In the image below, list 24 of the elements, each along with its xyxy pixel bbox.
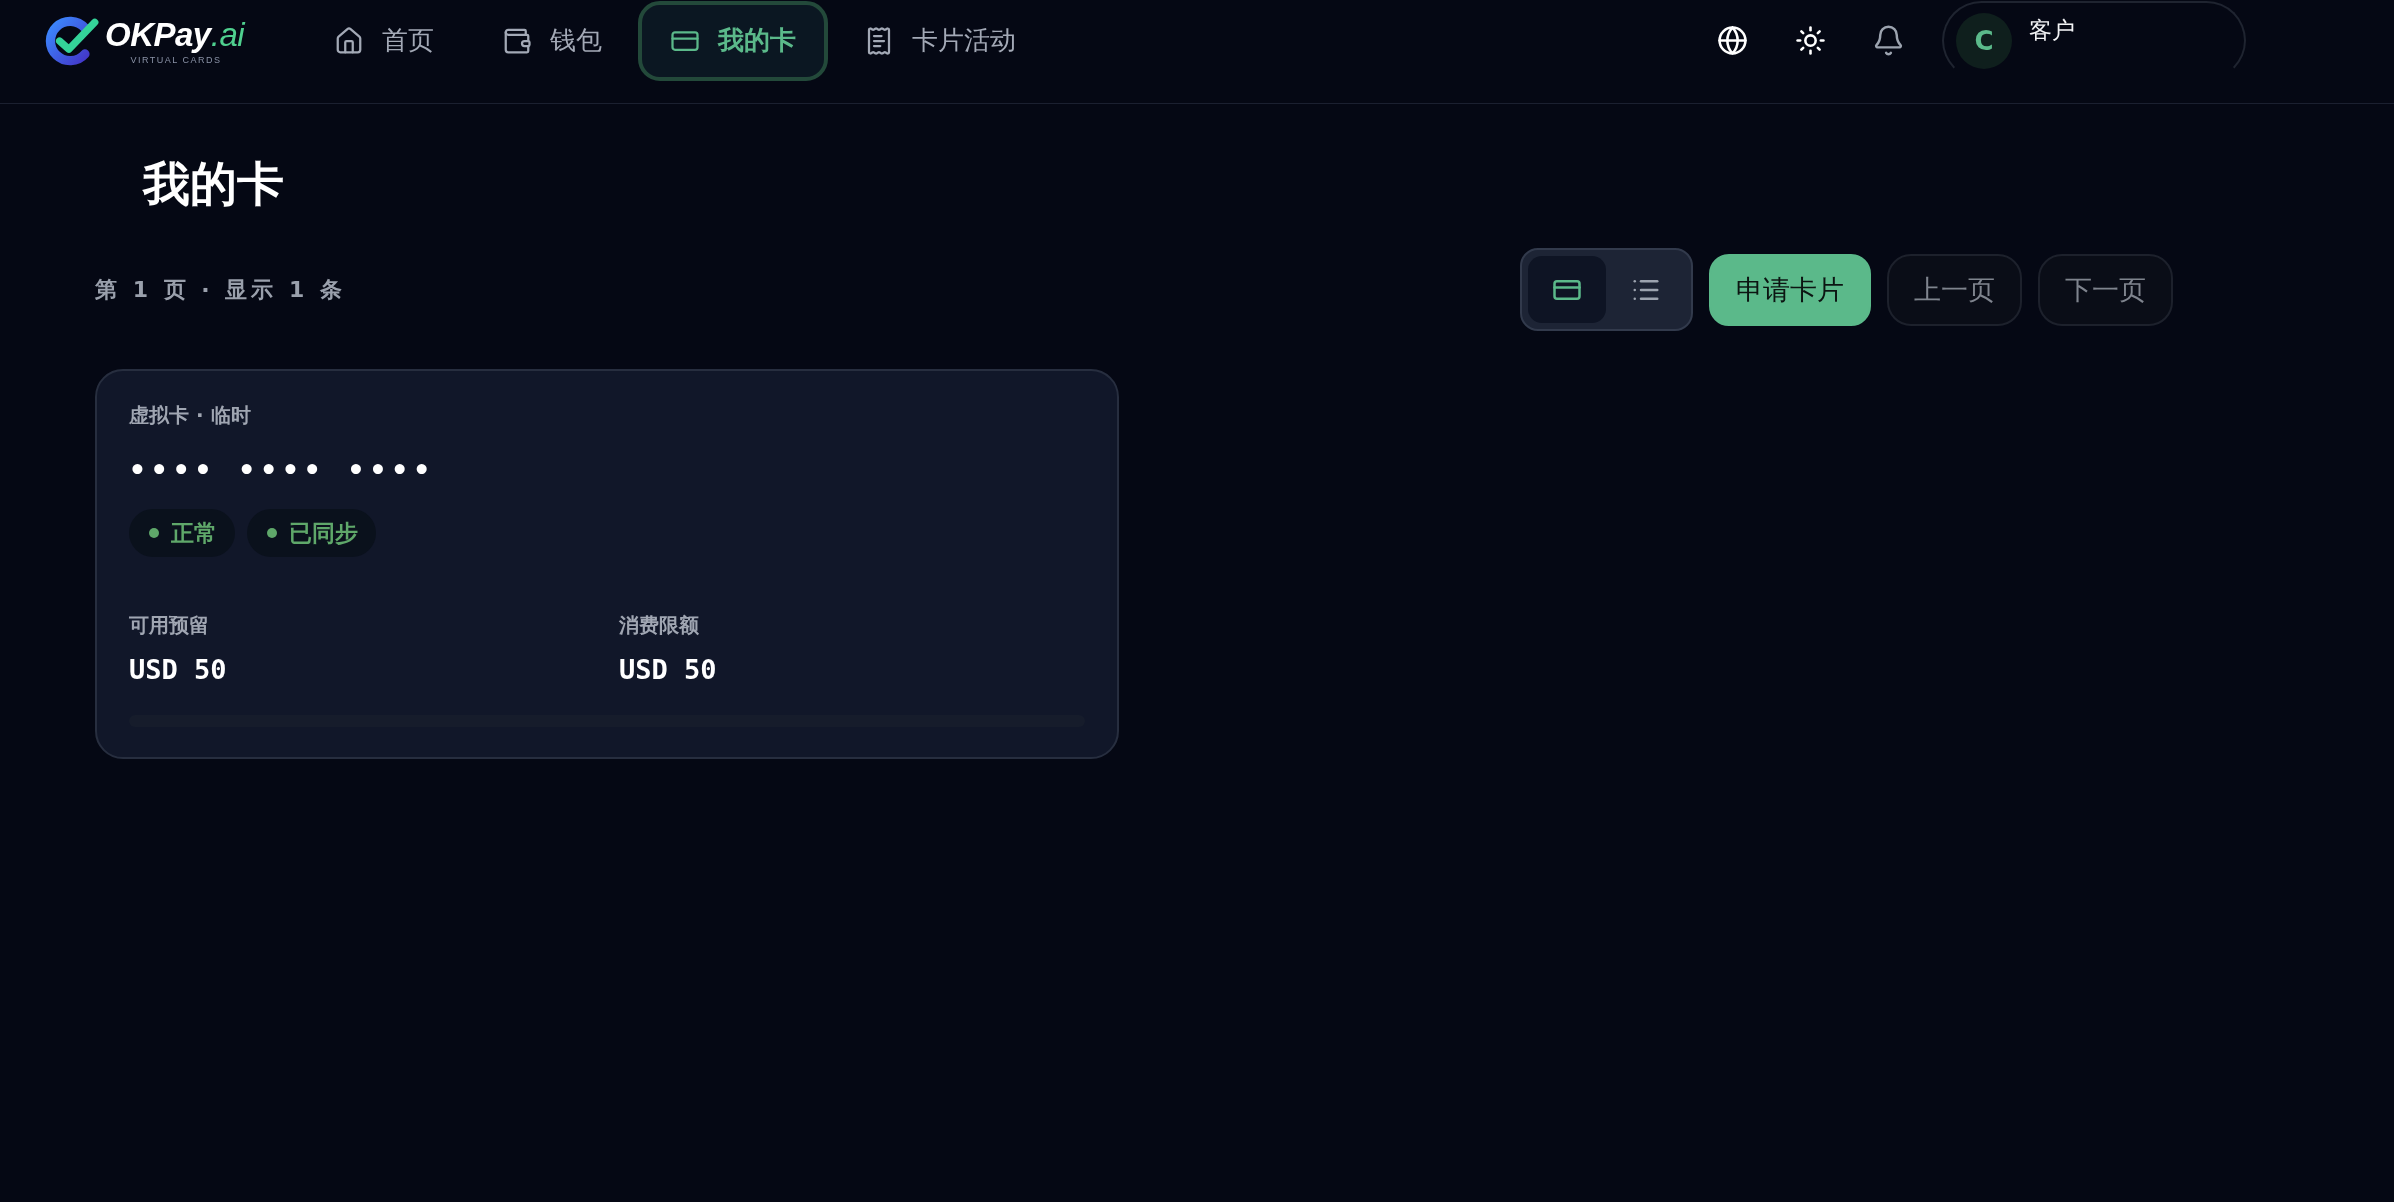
page-info: 第 1 页 · 显示 1 条: [95, 275, 346, 304]
nav-tab[interactable]: 首页: [302, 0, 467, 81]
field-label: 消费限额: [619, 613, 699, 637]
status-dot-icon: [149, 528, 159, 538]
nav-tab[interactable]: 钱包: [470, 0, 635, 81]
field-value: USD 50: [129, 653, 227, 687]
avatar: C: [1956, 13, 2012, 69]
field-label: 可用预留: [129, 613, 209, 637]
globe-icon: [1716, 25, 1748, 56]
badge-label: 正常: [171, 518, 217, 548]
sun-icon: [1794, 25, 1826, 56]
card-type-label: 虚拟卡 · 临时: [129, 403, 251, 427]
card-view-button[interactable]: [1528, 256, 1606, 323]
logo-wordmark: OKPay.ai: [104, 15, 247, 55]
nav-tab[interactable]: 卡片活动: [832, 0, 1049, 81]
nav-tab[interactable]: 我的卡: [638, 0, 829, 81]
badge-label: 已同步: [289, 518, 358, 548]
field-value: USD 50: [619, 653, 717, 687]
apply-card-button[interactable]: 申请卡片: [1709, 253, 1871, 326]
user-name: 客户: [2029, 16, 2075, 45]
status-dot-icon: [267, 528, 277, 538]
page-title: 我的卡: [143, 156, 284, 212]
card-number: •••• •••• ••••: [129, 454, 435, 488]
logo-tagline: VIRTUAL CARDS: [130, 55, 222, 66]
